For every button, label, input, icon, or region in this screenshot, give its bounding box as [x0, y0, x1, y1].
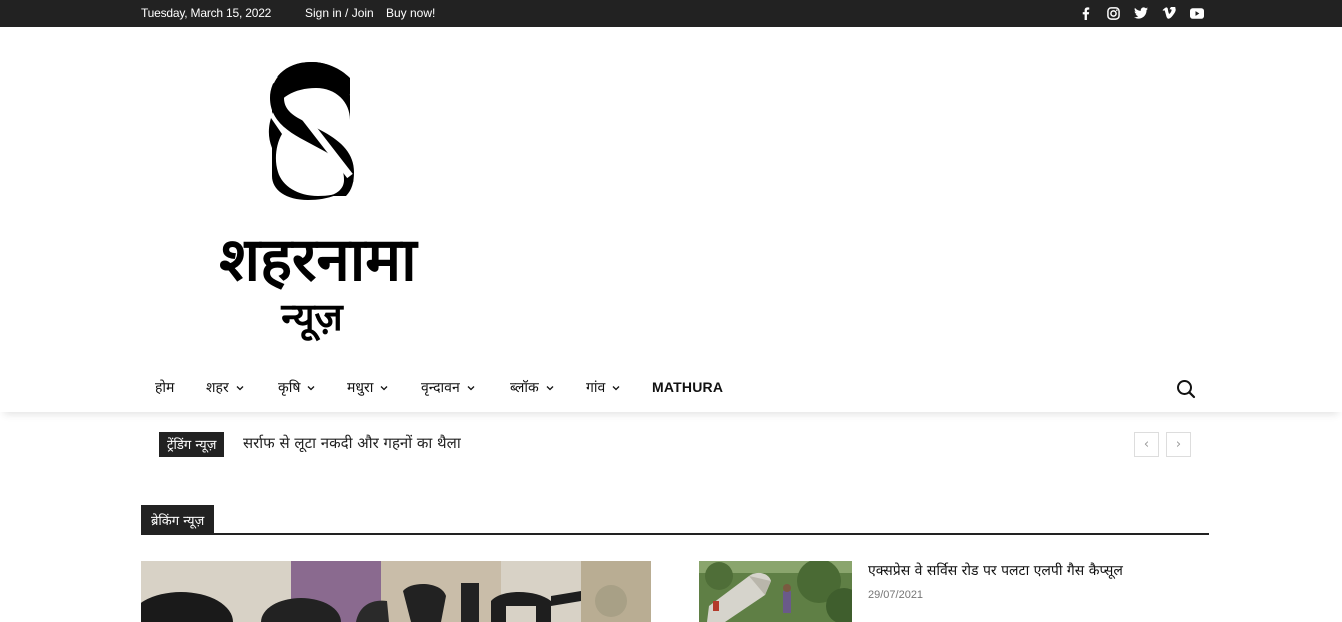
nav-item-madhura[interactable]: मधुरा	[347, 378, 389, 397]
breaking-news-header: ब्रेकिंग न्यूज़	[141, 505, 1209, 535]
chevron-down-icon	[546, 385, 554, 390]
nav-item-block[interactable]: ब्लॉक	[510, 378, 555, 397]
nav-item-label: मधुरा	[347, 380, 374, 396]
nav-item-label: ब्लॉक	[510, 380, 539, 396]
nav-item-krishi[interactable]: कृषि	[278, 378, 316, 397]
site-logo[interactable]: शहरनामा न्यूज़	[168, 58, 468, 348]
chevron-right-icon: ›	[1175, 437, 1182, 452]
current-date: Tuesday, March 15, 2022	[141, 6, 272, 20]
trending-label: ट्रेंडिंग न्यूज़	[159, 432, 225, 457]
nav-item-home[interactable]: होम	[155, 378, 174, 397]
chevron-down-icon	[612, 385, 620, 390]
nav-item-shahar[interactable]: शहर	[206, 378, 245, 397]
chevron-down-icon	[380, 385, 388, 390]
top-bar: Tuesday, March 15, 2022 Sign in / Join B…	[0, 0, 1342, 27]
chevron-down-icon	[236, 385, 244, 390]
nav-item-gaon[interactable]: गांव	[586, 378, 621, 397]
article-date: 29/07/2021	[868, 589, 924, 601]
youtube-icon[interactable]	[1189, 5, 1205, 21]
sign-in-link[interactable]: Sign in / Join	[305, 6, 374, 20]
chevron-down-icon	[467, 385, 475, 390]
chevron-left-icon: ‹	[1143, 437, 1150, 452]
nav-item-label: होम	[155, 380, 175, 396]
nav-item-label: गांव	[586, 380, 606, 396]
buy-now-link[interactable]: Buy now!	[386, 6, 435, 20]
nav-item-label: कृषि	[278, 380, 301, 396]
nav-item-label: वृन्दावन	[421, 380, 460, 396]
chevron-down-icon	[308, 385, 315, 390]
trending-next-button[interactable]: ›	[1166, 432, 1191, 457]
twitter-icon[interactable]	[1133, 5, 1149, 21]
search-icon[interactable]	[1175, 378, 1197, 400]
vimeo-icon[interactable]	[1161, 5, 1177, 21]
logo-line2: न्यूज़	[280, 295, 344, 342]
article-thumbnail[interactable]	[699, 561, 852, 622]
trending-prev-button[interactable]: ‹	[1134, 432, 1159, 457]
featured-article-image[interactable]	[141, 561, 651, 622]
breaking-news-title: ब्रेकिंग न्यूज़	[141, 505, 215, 533]
facebook-icon[interactable]	[1078, 5, 1094, 21]
nav-item-label: MATHURA	[652, 379, 724, 395]
nav-item-mathura[interactable]: MATHURA	[652, 379, 723, 395]
instagram-icon[interactable]	[1105, 5, 1121, 21]
article-title[interactable]: एक्सप्रेस वे सर्विस रोड पर पलटा एलपी गैस…	[868, 561, 1123, 580]
nav-item-vrindavan[interactable]: वृन्दावन	[421, 378, 476, 397]
trending-headline[interactable]: सर्राफ से लूटा नकदी और गहनों का थैला	[243, 433, 461, 453]
main-nav: होम शहर कृषि मधुरा वृन्दावन ब्लॉक गांव M…	[0, 366, 1342, 412]
logo-s-mark	[268, 62, 354, 200]
logo-line1: शहरनामा	[219, 225, 419, 295]
nav-item-label: शहर	[206, 380, 229, 396]
